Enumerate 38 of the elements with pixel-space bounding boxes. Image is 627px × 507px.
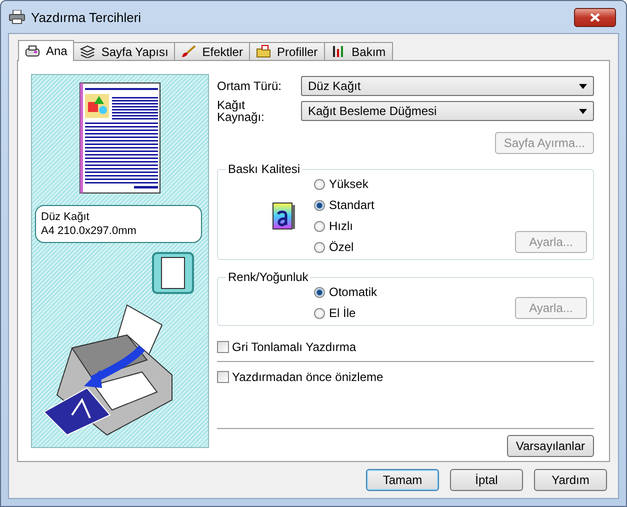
- radio-option[interactable]: Hızlı: [314, 218, 515, 234]
- letter-a-icon: [272, 202, 296, 230]
- media-type-text: Düz Kağıt: [41, 211, 90, 223]
- radio-option[interactable]: Standart: [314, 197, 515, 213]
- dropdown-arrow-icon: [579, 84, 587, 88]
- printer-icon: [9, 10, 25, 24]
- tab[interactable]: Profiller: [248, 42, 325, 60]
- dialog-button[interactable]: Tamam: [366, 469, 439, 491]
- dropdown-arrow-icon: [579, 108, 587, 114]
- folder-icon: [256, 45, 271, 58]
- radio-option[interactable]: Otomatik: [314, 284, 515, 300]
- radio-option[interactable]: Özel: [314, 239, 515, 255]
- tab[interactable]: Ana: [18, 40, 74, 61]
- tools-icon: [330, 45, 346, 58]
- close-button[interactable]: [574, 8, 616, 26]
- defaults-button[interactable]: Varsayılanlar: [506, 435, 594, 457]
- paper-size-text: A4 210.0x297.0mm: [41, 225, 138, 237]
- radio-option[interactable]: Yüksek: [314, 176, 515, 192]
- tab[interactable]: Sayfa Yapısı: [73, 42, 176, 60]
- tab[interactable]: Efektler: [174, 42, 250, 60]
- printer-icon: [25, 44, 40, 58]
- paper-source-dropdown[interactable]: Kağıt Besleme Düğmesi: [301, 101, 594, 121]
- stacked-pages-icon: [80, 45, 96, 58]
- tab[interactable]: Bakım: [324, 42, 393, 60]
- close-icon: [590, 12, 600, 22]
- group-title: Renk/Yoğunluk: [227, 270, 310, 284]
- window-title: Yazdırma Tercihleri: [31, 10, 142, 24]
- dialog-button[interactable]: İptal: [450, 469, 523, 491]
- media-type-dropdown[interactable]: Düz Kağıt: [301, 76, 594, 96]
- group-title: Baskı Kalitesi: [227, 162, 302, 176]
- brush-icon: [181, 45, 196, 58]
- paper-source-label: Kağıt Kaynağı:: [217, 99, 266, 123]
- dialog-button[interactable]: Yardım: [534, 469, 607, 491]
- media-type-label: Ortam Türü:: [217, 80, 282, 92]
- preview-checkbox[interactable]: Yazdırmadan önce önizleme: [217, 370, 594, 384]
- grayscale-checkbox[interactable]: Gri Tonlamalı Yazdırma: [217, 340, 594, 354]
- radio-option[interactable]: El İle: [314, 305, 515, 321]
- portrait-page-icon: [161, 257, 185, 289]
